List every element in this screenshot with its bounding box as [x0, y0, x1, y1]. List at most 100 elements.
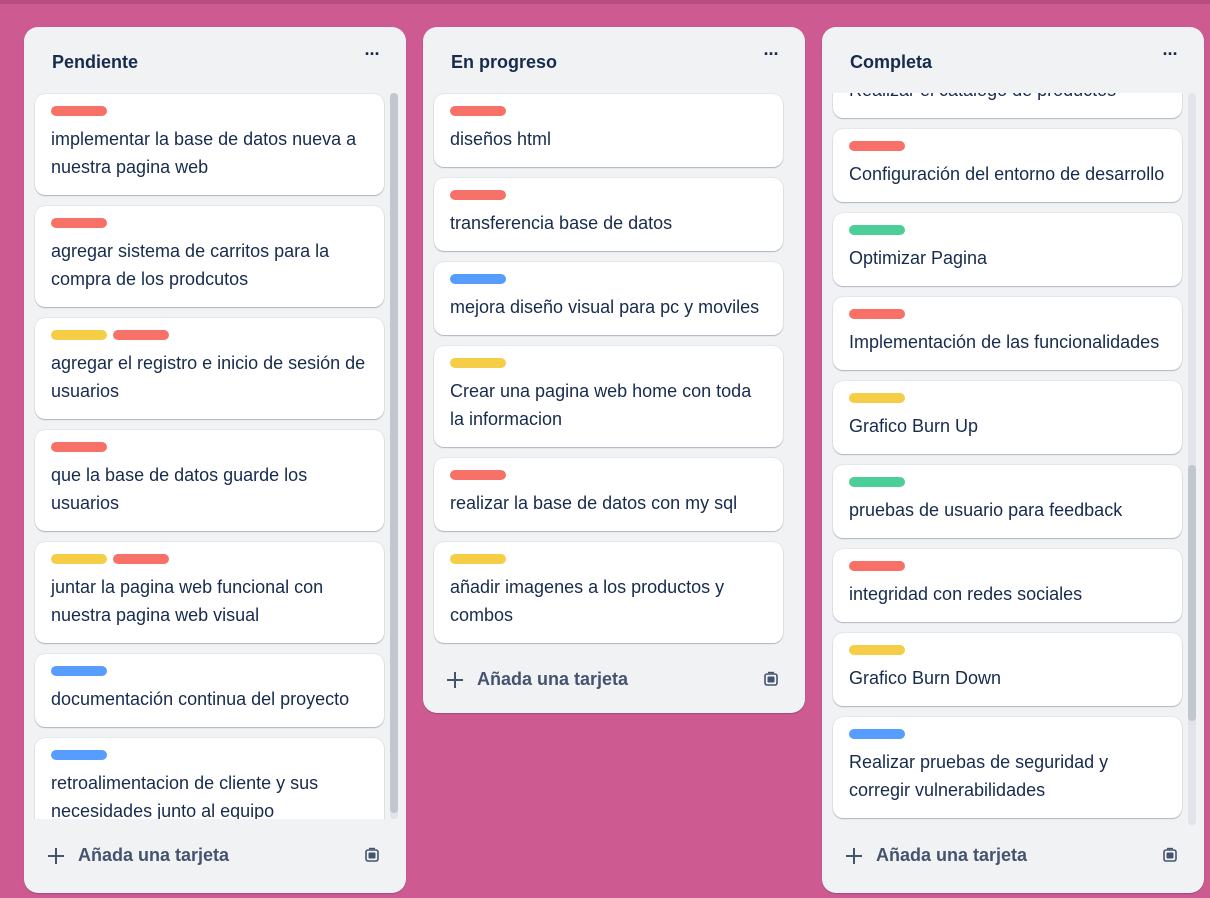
card[interactable]: Realizar pruebas de seguridad y corregir… [833, 717, 1182, 818]
label-yellow[interactable] [51, 554, 107, 564]
label-blue[interactable] [51, 666, 107, 676]
card-template-icon[interactable] [763, 671, 779, 687]
card-title: integridad con redes sociales [849, 584, 1083, 604]
list-header[interactable]: Pendiente ··· [24, 27, 406, 93]
card[interactable]: Implementación de las funcionalidades [833, 297, 1182, 370]
card[interactable]: Optimizar Pagina [833, 213, 1182, 286]
card-title: mejora diseño visual para pc y moviles [450, 297, 760, 317]
label-red[interactable] [450, 470, 506, 480]
label-red[interactable] [450, 106, 506, 116]
card-labels [51, 218, 368, 228]
add-card-button[interactable]: Añada una tarjeta [846, 845, 1027, 866]
add-card-label: Añada una tarjeta [876, 845, 1028, 865]
card-title: Realizar el catalogo de productos [849, 93, 1166, 104]
card[interactable]: juntar la pagina web funcional con nuest… [35, 542, 384, 643]
card[interactable]: Grafico Burn Down [833, 633, 1182, 706]
label-green[interactable] [849, 477, 905, 487]
plus-icon [48, 847, 64, 864]
card-title: Configuración del entorno de desarrollo [849, 164, 1165, 184]
list-title[interactable]: Pendiente [52, 52, 138, 73]
card[interactable]: documentación continua del proyecto [35, 654, 384, 727]
card-labels [450, 190, 767, 200]
list-header[interactable]: Completa ··· [822, 27, 1204, 93]
label-yellow[interactable] [849, 645, 905, 655]
card-title: documentación continua del proyecto [51, 689, 350, 709]
card-labels [51, 330, 368, 340]
card-template-icon[interactable] [1162, 847, 1178, 863]
scroll-thumb[interactable] [1188, 465, 1196, 721]
label-blue[interactable] [849, 729, 905, 739]
card-labels [849, 729, 1166, 739]
card-labels [849, 561, 1166, 571]
label-red[interactable] [849, 141, 905, 151]
add-card-button[interactable]: Añada una tarjeta [48, 845, 229, 866]
label-red[interactable] [51, 218, 107, 228]
card[interactable]: Grafico Burn Up [833, 381, 1182, 454]
scrollbar[interactable] [1188, 93, 1196, 825]
label-red[interactable] [849, 309, 905, 319]
card-title: Realizar pruebas de seguridad y corregir… [849, 752, 1109, 800]
card[interactable]: retroalimentacion de cliente y sus neces… [35, 738, 384, 819]
card-title: retroalimentacion de cliente y sus neces… [51, 773, 319, 819]
card-labels [450, 554, 767, 564]
list-header[interactable]: En progreso ··· [423, 27, 805, 93]
list-title[interactable]: Completa [850, 52, 932, 73]
card[interactable]: diseños html [434, 94, 783, 167]
label-red[interactable] [51, 442, 107, 452]
card-labels [51, 106, 368, 116]
card[interactable]: Configuración del entorno de desarrollo [833, 129, 1182, 202]
card-template-icon[interactable] [364, 847, 380, 863]
card[interactable]: que la base de datos guarde los usuarios [35, 430, 384, 531]
card-title: diseños html [450, 129, 552, 149]
more-horizontal-icon[interactable]: ··· [360, 45, 384, 69]
card-title: Implementación de las funcionalidades [849, 332, 1160, 352]
card-labels [51, 666, 368, 676]
board-top-bar [0, 0, 1210, 4]
card[interactable]: transferencia base de datos [434, 178, 783, 251]
card[interactable]: implementar la base de datos nueva a nue… [35, 94, 384, 195]
card-title: agregar sistema de carritos para la comp… [51, 241, 330, 289]
label-yellow[interactable] [450, 554, 506, 564]
label-blue[interactable] [51, 750, 107, 760]
card-title: agregar el registro e inicio de sesión d… [51, 353, 366, 401]
card[interactable]: Realizar el catalogo de productos [833, 93, 1182, 118]
card[interactable]: agregar sistema de carritos para la comp… [35, 206, 384, 307]
add-card-button[interactable]: Añada una tarjeta [447, 669, 628, 690]
card-labels [849, 141, 1166, 151]
label-red[interactable] [113, 330, 169, 340]
label-red[interactable] [51, 106, 107, 116]
card-title: realizar la base de datos con my sql [450, 493, 738, 513]
card-labels [450, 358, 767, 368]
card[interactable]: pruebas de usuario para feedback [833, 465, 1182, 538]
card[interactable]: Crear una pagina web home con toda la in… [434, 346, 783, 447]
label-yellow[interactable] [51, 330, 107, 340]
card-labels [849, 309, 1166, 319]
card[interactable]: agregar el registro e inicio de sesión d… [35, 318, 384, 419]
plus-icon [447, 671, 463, 688]
label-yellow[interactable] [849, 393, 905, 403]
label-yellow[interactable] [450, 358, 506, 368]
label-green[interactable] [849, 225, 905, 235]
label-blue[interactable] [450, 274, 506, 284]
scrollbar[interactable] [390, 93, 398, 819]
card[interactable]: realizar la base de datos con my sql [434, 458, 783, 531]
cards-container: implementar la base de datos nueva a nue… [24, 93, 406, 819]
scroll-thumb[interactable] [390, 93, 398, 813]
card-title: Grafico Burn Down [849, 668, 1002, 688]
card[interactable]: mejora diseño visual para pc y moviles [434, 262, 783, 335]
card[interactable]: integridad con redes sociales [833, 549, 1182, 622]
card-labels [450, 106, 767, 116]
add-card-label: Añada una tarjeta [477, 669, 629, 689]
card[interactable]: añadir imagenes a los productos y combos [434, 542, 783, 643]
card-labels [51, 442, 368, 452]
card-labels [450, 274, 767, 284]
label-red[interactable] [849, 561, 905, 571]
list-title[interactable]: En progreso [451, 52, 557, 73]
more-horizontal-icon[interactable]: ··· [1158, 45, 1182, 69]
card-labels [450, 470, 767, 480]
more-horizontal-icon[interactable]: ··· [759, 45, 783, 69]
label-red[interactable] [113, 554, 169, 564]
add-card-label: Añada una tarjeta [78, 845, 230, 865]
card-title: transferencia base de datos [450, 213, 673, 233]
label-red[interactable] [450, 190, 506, 200]
